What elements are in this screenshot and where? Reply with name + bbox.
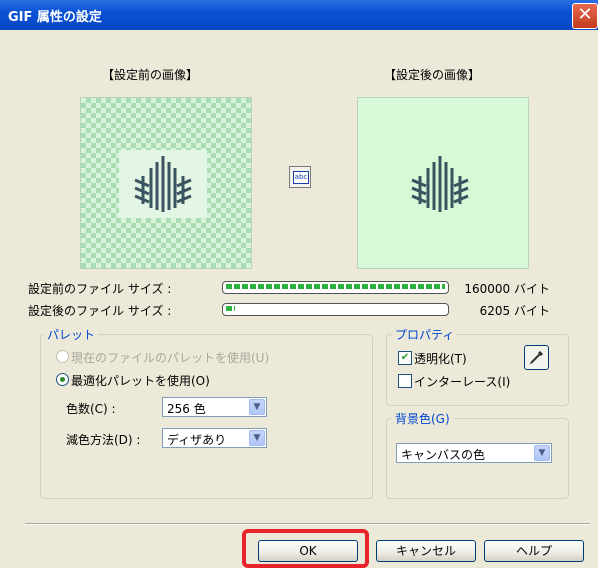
title-bar[interactable]: GIF 属性の設定 ✕: [0, 0, 598, 30]
before-size-label: 設定前のファイル サイズ :: [28, 282, 172, 296]
colors-select[interactable]: 256 色 ▼: [162, 397, 267, 417]
palette-group-title: パレット: [44, 326, 99, 343]
after-image-preview: [357, 97, 529, 269]
apply-preview-button[interactable]: abc: [289, 166, 311, 188]
before-image-preview: [80, 97, 252, 269]
properties-group-title: プロパティ: [392, 326, 458, 343]
after-size-label: 設定後のファイル サイズ :: [28, 304, 172, 318]
transparent-label: 透明化(T): [414, 352, 467, 366]
optimized-palette-label: 最適化パレットを使用(O): [71, 374, 210, 388]
chevron-down-icon[interactable]: ▼: [534, 445, 550, 461]
current-palette-radio[interactable]: [56, 350, 69, 363]
bamboo-logo-image: [411, 156, 469, 212]
chevron-down-icon[interactable]: ▼: [249, 430, 265, 446]
color-picker-button[interactable]: [524, 345, 549, 370]
bamboo-logo-image: [134, 156, 192, 212]
before-size-bar: [222, 281, 449, 294]
close-button[interactable]: ✕: [572, 3, 598, 29]
cancel-button[interactable]: キャンセル: [376, 540, 476, 562]
background-color-value: キャンバスの色: [401, 448, 486, 462]
after-image-label: 【設定後の画像】: [384, 68, 481, 82]
before-size-bar-fill: [226, 284, 445, 289]
help-button[interactable]: ヘルプ: [484, 540, 584, 562]
interlace-label: インターレース(I): [414, 375, 511, 389]
dither-select[interactable]: ディザあり ▼: [162, 428, 267, 448]
before-image-label: 【設定前の画像】: [102, 68, 199, 82]
after-size-bar-fill: [226, 306, 235, 311]
current-palette-label: 現在のファイルのパレットを使用(U): [71, 351, 270, 365]
background-color-group-title: 背景色(G): [392, 410, 453, 427]
eyedropper-icon: [529, 350, 544, 365]
dither-label: 減色方法(D) :: [66, 433, 141, 447]
chevron-down-icon[interactable]: ▼: [249, 399, 265, 415]
after-size-value: 6205 バイト: [479, 304, 550, 318]
background-color-select[interactable]: キャンバスの色 ▼: [396, 443, 552, 463]
after-size-bar: [222, 303, 449, 316]
colors-select-value: 256 色: [167, 402, 206, 416]
dither-select-value: ディザあり: [167, 433, 227, 447]
colors-label: 色数(C) :: [66, 402, 116, 416]
ok-button-highlight: [242, 529, 369, 568]
before-size-value: 160000 バイト: [464, 282, 550, 296]
window-title: GIF 属性の設定: [8, 10, 102, 25]
gif-settings-dialog: GIF 属性の設定 ✕ 【設定前の画像】 【設定後の画像】 abc 設定前のファ…: [0, 0, 602, 568]
optimized-palette-radio[interactable]: [56, 373, 69, 386]
preview-icon: abc: [293, 171, 309, 184]
separator: [25, 523, 590, 525]
radio-selected-dot: [60, 377, 65, 382]
transparent-checkbox[interactable]: ✔: [398, 351, 412, 365]
interlace-checkbox[interactable]: [398, 374, 412, 388]
